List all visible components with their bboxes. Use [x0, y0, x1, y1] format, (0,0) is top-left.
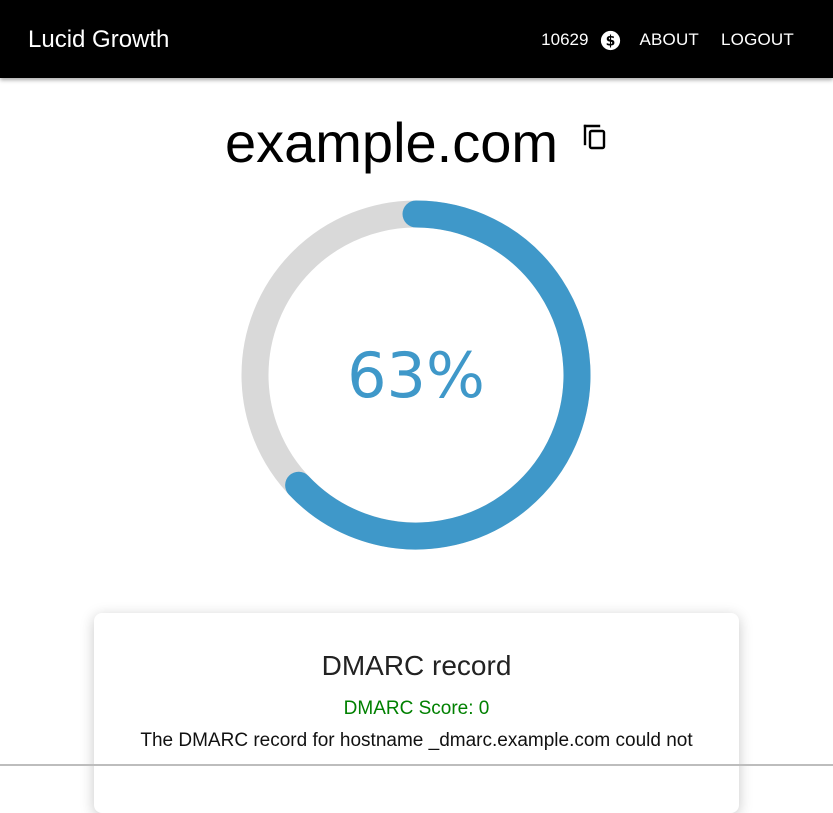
- dmarc-description: The DMARC record for hostname _dmarc.exa…: [140, 730, 693, 751]
- dmarc-score: DMARC Score: 0: [343, 698, 490, 719]
- top-nav: 10629 $ ABOUT LOGOUT: [541, 28, 794, 52]
- credits-display: 10629 $: [541, 30, 639, 51]
- dollar-coin-icon: $: [600, 30, 621, 51]
- card-title: DMARC record: [321, 650, 512, 681]
- logout-link[interactable]: LOGOUT: [721, 30, 794, 50]
- credits-value: 10629: [541, 30, 589, 49]
- dmarc-card: DMARC record DMARC Score: 0 The DMARC re…: [94, 613, 739, 813]
- svg-text:$: $: [606, 33, 616, 49]
- brand-title[interactable]: Lucid Growth: [28, 26, 169, 54]
- app-bar: Lucid Growth 10629 $ ABOUT LOGOUT: [0, 0, 833, 78]
- score-percentage: 63%: [347, 338, 485, 412]
- about-link[interactable]: ABOUT: [639, 30, 699, 50]
- score-gauge: 63%: [241, 200, 591, 550]
- copy-icon[interactable]: [582, 122, 608, 152]
- domain-header: example.com: [0, 108, 833, 178]
- domain-title: example.com: [224, 111, 559, 174]
